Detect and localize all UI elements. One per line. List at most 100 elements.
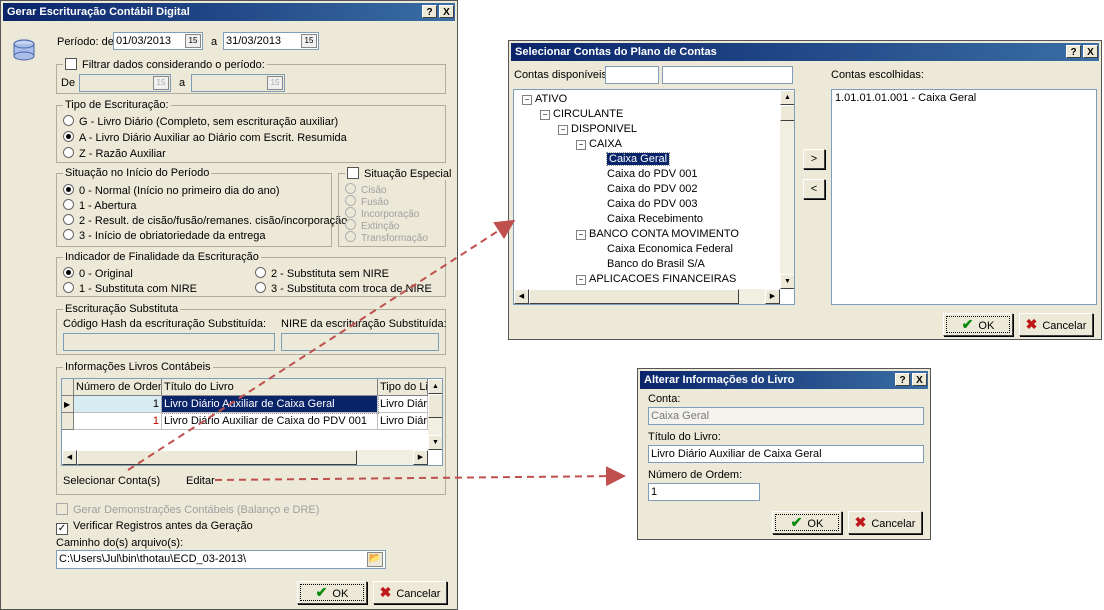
- calendar-icon[interactable]: 15: [185, 34, 201, 48]
- checkbox-box[interactable]: [56, 503, 68, 515]
- main-ok-button[interactable]: ✔ OK: [297, 581, 367, 604]
- main-close-button[interactable]: X: [439, 5, 454, 18]
- grid-vscrollbar[interactable]: ▲ ▼: [428, 379, 442, 450]
- tree-collapse-icon[interactable]: −: [576, 275, 586, 285]
- tree-node[interactable]: − DISPONIVEL: [558, 122, 637, 136]
- table-row-ordem[interactable]: 1: [74, 396, 162, 413]
- checkbox-box[interactable]: [347, 167, 359, 179]
- scroll-up-icon[interactable]: ▲: [780, 90, 794, 105]
- periodo-to-field[interactable]: 31/03/2013 15: [223, 32, 319, 50]
- filtrar-a-field[interactable]: 15: [191, 74, 285, 92]
- scroll-right-icon[interactable]: ▶: [413, 450, 428, 465]
- tree-node[interactable]: Caixa Economica Federal: [594, 242, 733, 256]
- nire-field[interactable]: [281, 333, 439, 351]
- tipo-option-a[interactable]: A - Livro Diário Auxiliar ao Diário com …: [63, 131, 347, 145]
- table-row-titulo[interactable]: Livro Diário Auxiliar de Caixa do PDV 00…: [162, 413, 378, 430]
- radio-icon: [63, 184, 74, 195]
- tree-node[interactable]: − BANCO CONTA MOVIMENTO: [576, 227, 739, 241]
- tree-collapse-icon[interactable]: −: [576, 230, 586, 240]
- checkbox-box[interactable]: [65, 58, 77, 70]
- tree-hscrollbar[interactable]: ◀ ▶: [514, 289, 780, 304]
- contas-close-button[interactable]: X: [1083, 45, 1098, 58]
- hash-field[interactable]: [63, 333, 275, 351]
- tree-node[interactable]: − CIRCULANTE: [540, 107, 623, 121]
- tree-node[interactable]: Caixa do PDV 003: [594, 197, 698, 211]
- table-row-tipo[interactable]: Livro Diári: [378, 413, 428, 430]
- contas-help-button[interactable]: ?: [1066, 45, 1081, 58]
- grid-header-titulo[interactable]: Título do Livro: [162, 379, 378, 396]
- scroll-down-icon[interactable]: ▼: [780, 274, 794, 289]
- calendar-icon[interactable]: 15: [301, 34, 317, 48]
- tree-collapse-icon[interactable]: −: [558, 125, 568, 135]
- situacao-option-2[interactable]: 2 - Result. de cisão/fusão/remanes. cisã…: [63, 214, 347, 228]
- scroll-thumb[interactable]: [780, 105, 794, 121]
- tree-node[interactable]: Banco do Brasil S/A: [594, 257, 705, 271]
- main-help-button[interactable]: ?: [422, 5, 437, 18]
- tipo-option-z[interactable]: Z - Razão Auxiliar: [63, 147, 166, 161]
- escolhidas-list[interactable]: 1.01.01.01.001 - Caixa Geral: [831, 89, 1097, 305]
- situacao-option-label: 0 - Normal (Início no primeiro dia do an…: [79, 185, 280, 197]
- situacao-option-0[interactable]: 0 - Normal (Início no primeiro dia do an…: [63, 184, 280, 198]
- contas-ok-button[interactable]: ✔ OK: [943, 313, 1013, 336]
- gerar-demo-checkbox[interactable]: Gerar Demonstrações Contábeis (Balanço e…: [56, 503, 319, 516]
- especial-option-transformacao[interactable]: Transformação: [345, 231, 428, 245]
- scroll-left-icon[interactable]: ◀: [62, 450, 77, 465]
- indicador-option-1[interactable]: 1 - Substituta com NIRE: [63, 282, 197, 296]
- tree-node[interactable]: − APLICACOES FINANCEIRAS: [576, 272, 736, 286]
- scroll-thumb[interactable]: [428, 394, 442, 418]
- periodo-from-field[interactable]: 01/03/2013 15: [113, 32, 203, 50]
- tree-node[interactable]: − ATIVO: [522, 92, 567, 106]
- check-icon[interactable]: ✓: [56, 523, 68, 535]
- selecionar-contas-link[interactable]: Selecionar Conta(s): [63, 475, 160, 487]
- tree-vscrollbar[interactable]: ▲ ▼: [780, 90, 794, 289]
- alterar-cancel-button[interactable]: ✖ Cancelar: [848, 511, 922, 534]
- indicador-option-3[interactable]: 3 - Substituta com troca de NIRE: [255, 282, 432, 296]
- tree-node[interactable]: Caixa Geral: [594, 152, 671, 166]
- list-item[interactable]: 1.01.01.01.001 - Caixa Geral: [835, 91, 976, 105]
- scroll-thumb[interactable]: [77, 450, 357, 465]
- tree-node[interactable]: Caixa do PDV 002: [594, 182, 698, 196]
- editar-link[interactable]: Editar: [186, 475, 215, 487]
- scroll-left-icon[interactable]: ◀: [514, 289, 529, 304]
- tree-collapse-icon[interactable]: −: [576, 140, 586, 150]
- alterar-close-button[interactable]: X: [912, 373, 927, 386]
- scroll-up-icon[interactable]: ▲: [428, 379, 442, 394]
- tree-node[interactable]: Caixa do PDV 001: [594, 167, 698, 181]
- filtrar-de-field[interactable]: 15: [79, 74, 171, 92]
- grid-header-ordem[interactable]: Número de Ordem: [74, 379, 162, 396]
- ordem-field[interactable]: 1: [648, 483, 760, 501]
- add-account-button[interactable]: >: [803, 149, 825, 169]
- scroll-down-icon[interactable]: ▼: [428, 435, 442, 450]
- contas-filter-name[interactable]: [662, 66, 793, 84]
- contas-tree[interactable]: ▲ ▼ ◀ ▶ − ATIVO − CIRCULANTE − DISPONIVEL − CAI…: [513, 89, 795, 305]
- verificar-checkbox[interactable]: ✓ Verificar Registros antes da Geração: [56, 520, 253, 535]
- tree-collapse-icon[interactable]: −: [522, 95, 532, 105]
- indicador-option-2[interactable]: 2 - Substituta sem NIRE: [255, 267, 389, 281]
- titulo-field[interactable]: Livro Diário Auxiliar de Caixa Geral: [648, 445, 924, 463]
- tree-node[interactable]: Caixa Recebimento: [594, 212, 703, 226]
- filtrar-checkbox[interactable]: Filtrar dados considerando o período:: [63, 58, 267, 71]
- situacao-option-3[interactable]: 3 - Início de obriatoriedade da entrega: [63, 229, 266, 243]
- tree-collapse-icon[interactable]: −: [540, 110, 550, 120]
- remove-account-button[interactable]: <: [803, 179, 825, 199]
- especial-checkbox[interactable]: Situação Especial: [345, 167, 454, 180]
- table-row-ordem[interactable]: 1: [74, 413, 162, 430]
- table-row-titulo[interactable]: Livro Diário Auxiliar de Caixa Geral: [161, 395, 379, 414]
- grid-header-tipo[interactable]: Tipo do Li: [378, 379, 428, 396]
- grid-hscrollbar[interactable]: ◀ ▶: [62, 450, 428, 465]
- table-row-tipo[interactable]: Livro Diári: [378, 396, 428, 413]
- main-cancel-button[interactable]: ✖ Cancelar: [373, 581, 447, 604]
- alterar-help-button[interactable]: ?: [895, 373, 910, 386]
- tipo-option-g[interactable]: G - Livro Diário (Completo, sem escritur…: [63, 115, 338, 129]
- alterar-ok-button[interactable]: ✔ OK: [772, 511, 842, 534]
- scroll-right-icon[interactable]: ▶: [765, 289, 780, 304]
- tree-node[interactable]: − CAIXA: [576, 137, 622, 151]
- scroll-thumb[interactable]: [529, 289, 739, 304]
- situacao-option-1[interactable]: 1 - Abertura: [63, 199, 136, 213]
- folder-icon[interactable]: 📂: [367, 552, 383, 567]
- situacao-option-label: 2 - Result. de cisão/fusão/remanes. cisã…: [79, 215, 348, 227]
- caminho-field[interactable]: C:\Users\Jul\bin\thotau\ECD_03-2013\ 📂: [56, 550, 386, 569]
- indicador-option-0[interactable]: 0 - Original: [63, 267, 133, 281]
- contas-cancel-button[interactable]: ✖ Cancelar: [1019, 313, 1093, 336]
- contas-filter-code[interactable]: [605, 66, 659, 84]
